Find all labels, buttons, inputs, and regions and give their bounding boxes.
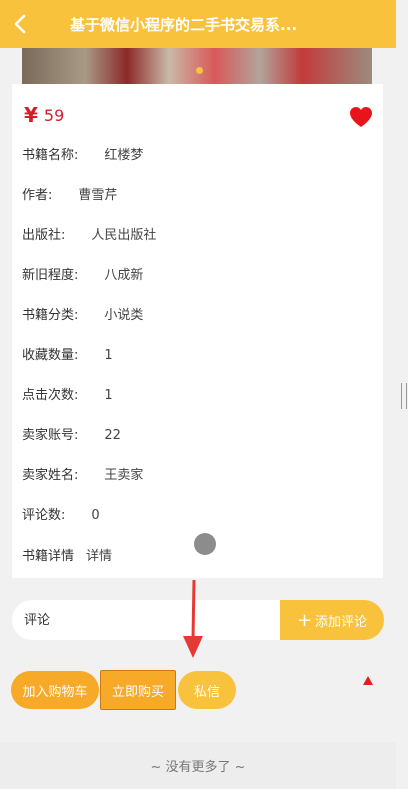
comment-input[interactable] xyxy=(12,600,280,640)
price: ¥ 59 xyxy=(24,103,65,127)
plus-icon: + xyxy=(296,609,313,631)
detail-row-comment-count: 评论数: 0 xyxy=(22,506,100,526)
detail-value: 0 xyxy=(91,508,100,523)
arrow-down-icon xyxy=(183,579,203,658)
detail-value: 八成新 xyxy=(104,268,144,283)
detail-value: 1 xyxy=(104,388,113,403)
chevron-left-icon[interactable] xyxy=(10,13,32,35)
detail-value: 1 xyxy=(104,348,113,363)
app-header: 基于微信小程序的二手书交易系... xyxy=(0,0,396,48)
detail-label: 作者: xyxy=(22,188,53,203)
detail-label: 卖家账号: xyxy=(22,428,79,443)
detail-row-book-name: 书籍名称: 红楼梦 xyxy=(22,146,143,166)
add-comment-label: 添加评论 xyxy=(315,614,368,630)
detail-value: 22 xyxy=(104,428,121,443)
detail-label: 书籍详情 xyxy=(22,549,75,564)
detail-label: 书籍分类: xyxy=(22,308,79,323)
detail-row-clicks: 点击次数: 1 xyxy=(22,386,113,406)
detail-value: 小说类 xyxy=(104,308,144,323)
page-title: 基于微信小程序的二手书交易系... xyxy=(70,16,298,34)
touch-indicator xyxy=(194,533,216,555)
detail-label: 收藏数量: xyxy=(22,348,79,363)
detail-row-publisher: 出版社: 人民出版社 xyxy=(22,226,156,246)
heart-icon[interactable] xyxy=(349,106,373,128)
detail-value: 人民出版社 xyxy=(91,228,157,243)
list-end-notice: ~ 没有更多了 ~ xyxy=(0,742,396,789)
detail-value: 曹雪芹 xyxy=(78,188,118,203)
detail-label: 点击次数: xyxy=(22,388,79,403)
price-value: 59 xyxy=(43,105,65,125)
detail-row-author: 作者: 曹雪芹 xyxy=(22,186,117,206)
detail-value[interactable]: 详情 xyxy=(86,549,112,564)
detail-label: 评论数: xyxy=(22,508,66,523)
detail-value: 红楼梦 xyxy=(104,148,144,163)
detail-row-book-details: 书籍详情 详情 xyxy=(22,547,112,567)
detail-row-seller-name: 卖家姓名: 王卖家 xyxy=(22,466,143,486)
detail-row-favorites: 收藏数量: 1 xyxy=(22,346,113,366)
add-comment-button[interactable]: + 添加评论 xyxy=(280,600,384,640)
book-image-carousel[interactable] xyxy=(22,48,372,84)
detail-label: 新旧程度: xyxy=(22,268,79,283)
message-button[interactable]: 私信 xyxy=(178,671,236,709)
buy-now-button[interactable]: 立即购买 xyxy=(100,670,176,710)
detail-label: 书籍名称: xyxy=(22,148,79,163)
triangle-up-icon[interactable] xyxy=(363,676,373,685)
currency-symbol: ¥ xyxy=(24,103,38,127)
carousel-indicator[interactable] xyxy=(196,67,203,74)
detail-label: 卖家姓名: xyxy=(22,468,79,483)
scrollbar-grip[interactable] xyxy=(401,383,407,409)
detail-label: 出版社: xyxy=(22,228,66,243)
detail-row-category: 书籍分类: 小说类 xyxy=(22,306,143,326)
add-to-cart-button[interactable]: 加入购物车 xyxy=(11,671,99,709)
detail-row-condition: 新旧程度: 八成新 xyxy=(22,266,143,286)
detail-value: 王卖家 xyxy=(104,468,144,483)
detail-row-seller-account: 卖家账号: 22 xyxy=(22,426,121,446)
